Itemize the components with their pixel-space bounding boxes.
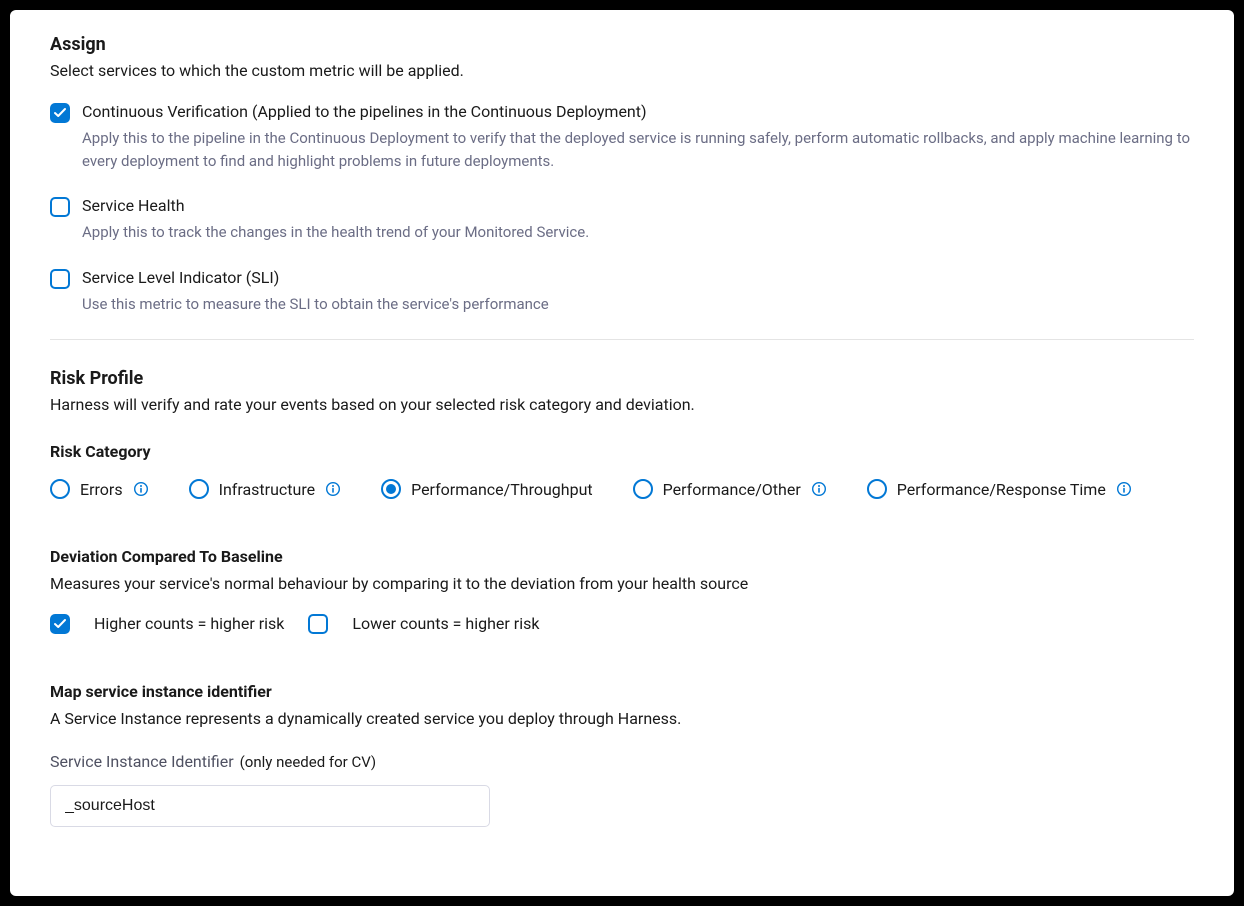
risk-profile-title: Risk Profile bbox=[50, 368, 1194, 389]
assign-option-health: Service Health Apply this to track the c… bbox=[50, 196, 1194, 244]
radio-input-infrastructure[interactable] bbox=[189, 479, 209, 499]
option-desc-cv: Apply this to the pipeline in the Contin… bbox=[82, 127, 1194, 172]
instance-field-label: Service Instance Identifier bbox=[50, 752, 234, 771]
deviation-options: Higher counts = higher risk Lower counts… bbox=[50, 613, 1194, 634]
radio-label-errors: Errors bbox=[80, 480, 123, 499]
divider bbox=[50, 339, 1194, 340]
option-label-health: Service Health bbox=[82, 196, 1194, 215]
info-icon[interactable] bbox=[1116, 481, 1132, 497]
check-icon bbox=[54, 618, 66, 630]
radio-input-errors[interactable] bbox=[50, 479, 70, 499]
radio-infrastructure[interactable]: Infrastructure bbox=[189, 479, 341, 499]
deviation-label-higher: Higher counts = higher risk bbox=[94, 614, 284, 633]
instance-field-hint: (only needed for CV) bbox=[240, 753, 376, 771]
radio-label-response-time: Performance/Response Time bbox=[897, 480, 1106, 499]
radio-label-other: Performance/Other bbox=[663, 480, 801, 499]
checkbox-cv[interactable] bbox=[50, 103, 70, 123]
info-icon[interactable] bbox=[133, 481, 149, 497]
map-instance-title: Map service instance identifier bbox=[50, 682, 1194, 701]
option-desc-sli: Use this metric to measure the SLI to ob… bbox=[82, 293, 1194, 316]
checkbox-lower[interactable] bbox=[308, 614, 328, 634]
deviation-heading: Deviation Compared To Baseline bbox=[50, 547, 1194, 566]
radio-label-throughput: Performance/Throughput bbox=[411, 480, 593, 499]
deviation-option-lower: Lower counts = higher risk bbox=[308, 613, 539, 634]
option-label-cv: Continuous Verification (Applied to the … bbox=[82, 102, 1194, 121]
risk-profile-subtitle: Harness will verify and rate your events… bbox=[50, 395, 1194, 414]
deviation-option-higher: Higher counts = higher risk bbox=[50, 613, 284, 634]
radio-label-infrastructure: Infrastructure bbox=[219, 480, 315, 499]
risk-category-heading: Risk Category bbox=[50, 442, 1194, 461]
deviation-desc: Measures your service's normal behaviour… bbox=[50, 574, 1194, 593]
checkbox-health[interactable] bbox=[50, 197, 70, 217]
radio-errors[interactable]: Errors bbox=[50, 479, 149, 499]
option-desc-health: Apply this to track the changes in the h… bbox=[82, 221, 1194, 244]
radio-input-other[interactable] bbox=[633, 479, 653, 499]
info-icon[interactable] bbox=[811, 481, 827, 497]
radio-input-response-time[interactable] bbox=[867, 479, 887, 499]
radio-other[interactable]: Performance/Other bbox=[633, 479, 827, 499]
checkbox-higher[interactable] bbox=[50, 614, 70, 634]
radio-response-time[interactable]: Performance/Response Time bbox=[867, 479, 1132, 499]
check-icon bbox=[54, 107, 66, 119]
assign-subtitle: Select services to which the custom metr… bbox=[50, 61, 1194, 80]
deviation-label-lower: Lower counts = higher risk bbox=[352, 614, 539, 633]
assign-option-cv: Continuous Verification (Applied to the … bbox=[50, 102, 1194, 172]
info-icon[interactable] bbox=[325, 481, 341, 497]
map-instance-subtitle: A Service Instance represents a dynamica… bbox=[50, 709, 1194, 728]
risk-category-radios: Errors Infrastructure Performance/Throug… bbox=[50, 479, 1194, 499]
radio-throughput[interactable]: Performance/Throughput bbox=[381, 479, 593, 499]
assign-title: Assign bbox=[50, 34, 1194, 55]
option-label-sli: Service Level Indicator (SLI) bbox=[82, 268, 1194, 287]
checkbox-sli[interactable] bbox=[50, 269, 70, 289]
radio-input-throughput[interactable] bbox=[381, 479, 401, 499]
assign-option-sli: Service Level Indicator (SLI) Use this m… bbox=[50, 268, 1194, 316]
instance-identifier-input[interactable] bbox=[50, 785, 490, 827]
